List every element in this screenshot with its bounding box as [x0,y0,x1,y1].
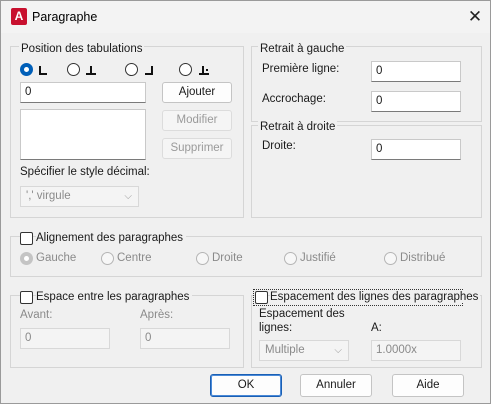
dialog-title: Paragraphe [32,10,98,24]
right-indent-input[interactable]: 0 [371,139,461,160]
alignment-label: Alignement des paragraphes [36,232,187,244]
first-line-input[interactable]: 0 [371,61,461,82]
right-tab-icon [145,66,153,75]
modify-tab-button[interactable]: Modifier [162,110,232,131]
align-right-radio[interactable] [196,252,209,265]
help-button[interactable]: Aide [392,374,464,397]
align-right-label: Droite [212,252,243,264]
line-spacing-value: Multiple [265,344,305,356]
decimal-style-value: ',' virgule [26,190,71,202]
at-label: A: [371,322,382,334]
left-indent-title: Retrait à gauche [258,43,347,55]
first-line-label: Première ligne: [262,63,340,75]
left-tab-radio[interactable] [20,63,33,76]
center-tab-icon [86,66,96,75]
align-distributed-radio[interactable] [384,252,397,265]
paragraph-spacing-checkbox[interactable] [20,291,33,304]
at-input[interactable]: 1.0000x [371,340,461,361]
delete-tab-button[interactable]: Supprimer [162,138,232,159]
title-bar: A Paragraphe ✕ [1,1,490,33]
right-tab-radio[interactable] [125,63,138,76]
align-justify-label: Justifié [300,252,336,264]
modify-tab-label: Modifier [176,114,218,126]
line-spacing-label: Espacement des lignes des paragraphes [270,291,481,303]
tab-position-input[interactable]: 0 [20,82,146,103]
paragraph-dialog: A Paragraphe ✕ Position des tabulations … [0,0,491,404]
before-input[interactable]: 0 [20,328,110,349]
paragraph-spacing-label: Espace entre les paragraphes [36,291,193,303]
alignment-checkbox[interactable] [20,232,33,245]
close-icon[interactable]: ✕ [463,5,487,29]
after-input[interactable]: 0 [140,328,230,349]
line-spacing-select[interactable]: Multiple ⌵ [259,340,349,361]
cancel-button[interactable]: Annuler [300,374,372,397]
line-spacing-type-label-1: Espacement des [259,308,345,320]
add-tab-label: Ajouter [178,86,216,98]
delete-tab-label: Supprimer [170,142,224,154]
chevron-down-icon: ⌵ [334,345,342,356]
chevron-down-icon: ⌵ [124,191,132,202]
after-label: Après: [140,309,174,321]
align-center-radio[interactable] [101,252,114,265]
line-spacing-checkbox[interactable] [255,291,268,304]
align-justify-radio[interactable] [284,252,297,265]
center-tab-radio[interactable] [67,63,80,76]
left-tab-icon [39,66,47,75]
align-left-radio[interactable] [20,252,33,265]
decimal-style-select[interactable]: ',' virgule ⌵ [20,186,139,207]
before-label: Avant: [20,309,53,321]
decimal-tab-radio[interactable] [179,63,192,76]
tab-position-title: Position des tabulations [19,43,145,55]
decimal-style-label: Spécifier le style décimal: [20,166,150,178]
right-indent-title: Retrait à droite [258,121,338,133]
hanging-label: Accrochage: [262,93,326,105]
ok-label: OK [237,379,255,391]
align-left-label: Gauche [36,252,77,264]
hanging-input[interactable]: 0 [371,91,461,112]
autocad-app-icon: A [11,8,27,25]
help-label: Aide [416,379,440,391]
tab-list[interactable] [20,109,146,160]
line-spacing-type-label-2: lignes: [259,322,293,334]
decimal-tab-icon [199,66,209,75]
right-label: Droite: [262,140,296,152]
cancel-label: Annuler [316,379,356,391]
align-center-label: Centre [117,252,152,264]
align-distributed-label: Distribué [400,252,446,264]
add-tab-button[interactable]: Ajouter [162,82,232,103]
ok-button[interactable]: OK [210,374,282,397]
